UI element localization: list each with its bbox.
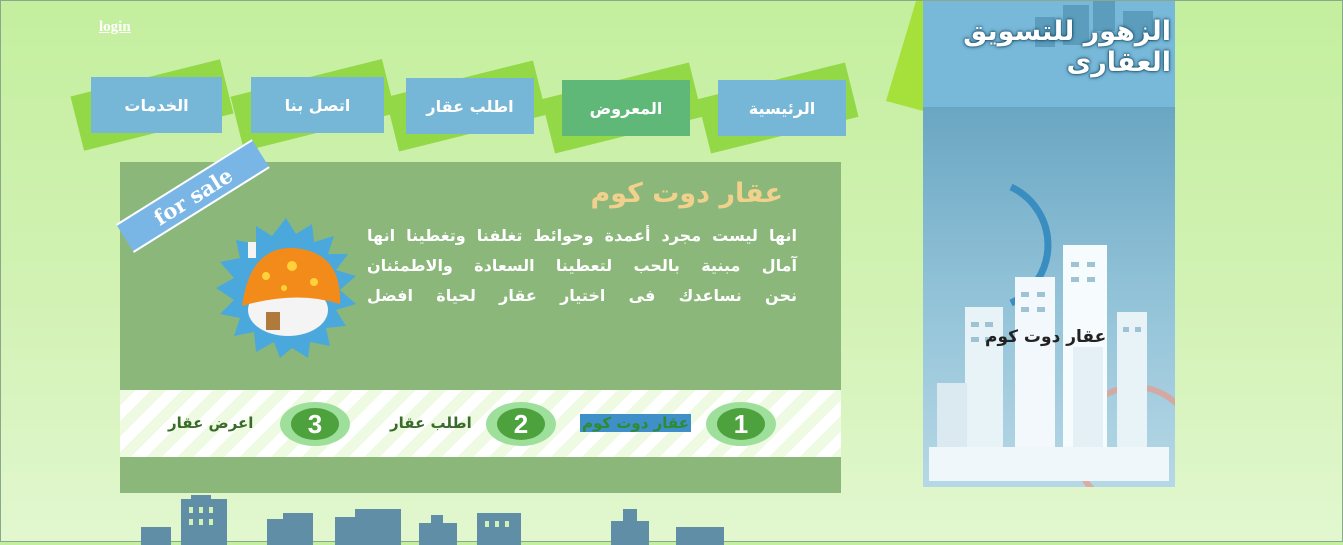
nav-home[interactable]: الرئيسية bbox=[697, 62, 859, 154]
nav-request[interactable]: اطلب عقار bbox=[385, 60, 547, 152]
nav-request-label[interactable]: اطلب عقار bbox=[406, 78, 534, 134]
step-3-number: 3 bbox=[280, 402, 350, 446]
city-buildings-icon bbox=[929, 183, 1175, 487]
bottom-skyline-icon bbox=[141, 495, 724, 545]
nav-services[interactable]: الخدمات bbox=[70, 59, 234, 151]
steps-band: 1 عقار دوت كوم 2 اطلب عقار 3 اعرض عقار bbox=[120, 390, 841, 457]
step-1-label[interactable]: عقار دوت كوم bbox=[580, 414, 691, 432]
city-label: عقار دوت كوم bbox=[985, 327, 1107, 347]
nav-contact-label[interactable]: اتصل بنا bbox=[251, 77, 384, 133]
nav-listings-label[interactable]: المعروض bbox=[562, 80, 690, 136]
nav-home-label[interactable]: الرئيسية bbox=[718, 80, 846, 136]
logo-text: الزهور للتسويق العقارى bbox=[963, 16, 1171, 78]
nav-contact[interactable]: اتصل بنا bbox=[230, 58, 396, 152]
step-1-number: 1 bbox=[706, 402, 776, 446]
nav-listings[interactable]: المعروض bbox=[541, 62, 703, 154]
nav-services-label[interactable]: الخدمات bbox=[91, 77, 222, 133]
hero-line-2: آمال مبنية بالحب لتعطينا السعادة والاطمئ… bbox=[367, 256, 797, 275]
step-2-number: 2 bbox=[486, 402, 556, 446]
hero-title: عقار دوت كوم bbox=[590, 178, 783, 209]
hero-line-1: انها ليست مجرد أعمدة وحوائط تغلفنا وتغطي… bbox=[367, 226, 797, 245]
hero-line-3: نحن نساعدك فى اختيار عقار لحياة افضل bbox=[367, 286, 797, 305]
login-link[interactable]: login bbox=[99, 19, 131, 36]
step-3[interactable]: 3 اعرض عقار bbox=[168, 402, 358, 446]
step-2-label[interactable]: اطلب عقار bbox=[390, 414, 472, 432]
brand-panel: الزهور للتسويق العقارى عقار دوت كوم bbox=[923, 1, 1175, 489]
hero-section: for sale عقار دوت كوم انها ليست مجرد أعم… bbox=[116, 139, 841, 493]
step-1[interactable]: 1 عقار دوت كوم bbox=[580, 402, 780, 446]
step-3-label[interactable]: اعرض عقار bbox=[168, 414, 253, 432]
mushroom-house-icon bbox=[216, 218, 356, 358]
logo-box: الزهور للتسويق العقارى bbox=[923, 1, 1175, 107]
step-2[interactable]: 2 اطلب عقار bbox=[388, 402, 568, 446]
city-illustration: عقار دوت كوم bbox=[923, 107, 1175, 487]
